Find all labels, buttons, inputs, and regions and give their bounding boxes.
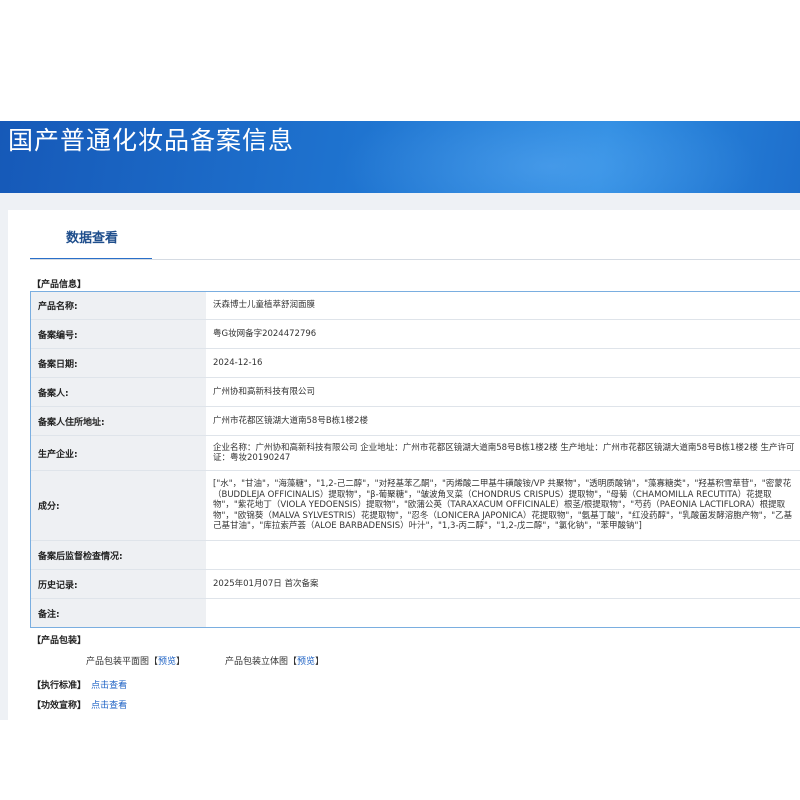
row-label: 备案后监督检查情况:: [31, 541, 206, 569]
table-row: 生产企业: 企业名称：广州协和高新科技有限公司 企业地址：广州市花都区镜湖大道南…: [31, 436, 800, 471]
packaging-heading: 【产品包装】: [32, 636, 87, 646]
table-row: 备案人: 广州协和高新科技有限公司: [31, 378, 800, 407]
row-value: 广州市花都区镜湖大道南58号B栋1楼2楼: [213, 415, 368, 426]
row-value: [206, 541, 800, 569]
tab-data-view[interactable]: 数据查看: [32, 230, 152, 260]
row-value: 沃森博士儿童植萃舒润面膜: [213, 300, 316, 311]
row-value: [206, 599, 800, 627]
standard-section: 【执行标准】 点击查看: [32, 680, 127, 692]
table-row: 成分: ["水"，"甘油"，"海藻糖"，"1,2-己二醇"，"对羟基苯乙酮"，"…: [31, 471, 800, 541]
header-banner: 国产普通化妆品备案信息: [0, 121, 800, 193]
table-row: 产品名称: 沃森博士儿童植萃舒润面膜: [31, 292, 800, 320]
row-value: 2025年01月07日 首次备案: [213, 578, 319, 589]
row-label: 备案编号:: [31, 320, 206, 348]
row-value: 粤G妆网备字2024472796: [213, 328, 317, 339]
row-label: 生产企业:: [31, 436, 206, 470]
efficacy-section: 【功效宣称】 点击查看: [32, 700, 127, 712]
efficacy-heading: 【功效宣称】: [32, 701, 87, 711]
content-card: 数据查看 【产品信息】 产品名称: 沃森博士儿童植萃舒润面膜 备案编号: 粤G妆…: [8, 210, 800, 720]
row-label: 备注:: [31, 599, 206, 627]
row-label: 备案人住所地址:: [31, 407, 206, 435]
tab-divider: [30, 259, 800, 260]
row-value: 广州协和高新科技有限公司: [213, 386, 316, 397]
packaging-3d-item: 产品包装立体图【预览】: [225, 657, 325, 667]
standard-heading: 【执行标准】: [32, 681, 87, 691]
row-value: 2024-12-16: [213, 357, 263, 368]
product-info-heading: 【产品信息】: [32, 280, 87, 290]
row-label: 产品名称:: [31, 292, 206, 319]
packaging-3d-label: 产品包装立体图: [225, 657, 289, 667]
row-label: 历史记录:: [31, 570, 206, 598]
row-label: 成分:: [31, 471, 206, 540]
table-row: 历史记录: 2025年01月07日 首次备案: [31, 570, 800, 599]
standard-view-link[interactable]: 点击查看: [91, 681, 127, 691]
table-row: 备案日期: 2024-12-16: [31, 349, 800, 378]
banner-glow-decoration: [340, 121, 760, 193]
table-row: 备案编号: 粤G妆网备字2024472796: [31, 320, 800, 349]
packaging-3d-preview-link[interactable]: 预览: [297, 657, 315, 667]
packaging-flat-item: 产品包装平面图【预览】: [86, 657, 186, 667]
table-row: 备案人住所地址: 广州市花都区镜湖大道南58号B栋1楼2楼: [31, 407, 800, 436]
row-label: 备案日期:: [31, 349, 206, 377]
efficacy-view-link[interactable]: 点击查看: [91, 701, 127, 711]
table-row: 备案后监督检查情况:: [31, 541, 800, 570]
page-title: 国产普通化妆品备案信息: [8, 126, 295, 155]
row-label: 备案人:: [31, 378, 206, 406]
packaging-flat-preview-link[interactable]: 预览: [158, 657, 176, 667]
packaging-flat-label: 产品包装平面图: [86, 657, 150, 667]
table-row: 备注:: [31, 599, 800, 627]
product-info-table: 产品名称: 沃森博士儿童植萃舒润面膜 备案编号: 粤G妆网备字202447279…: [30, 291, 800, 628]
row-value: ["水"，"甘油"，"海藻糖"，"1,2-己二醇"，"对羟基苯乙酮"，"丙烯酸二…: [213, 479, 793, 532]
row-value: 企业名称：广州协和高新科技有限公司 企业地址：广州市花都区镜湖大道南58号B栋1…: [213, 442, 795, 464]
